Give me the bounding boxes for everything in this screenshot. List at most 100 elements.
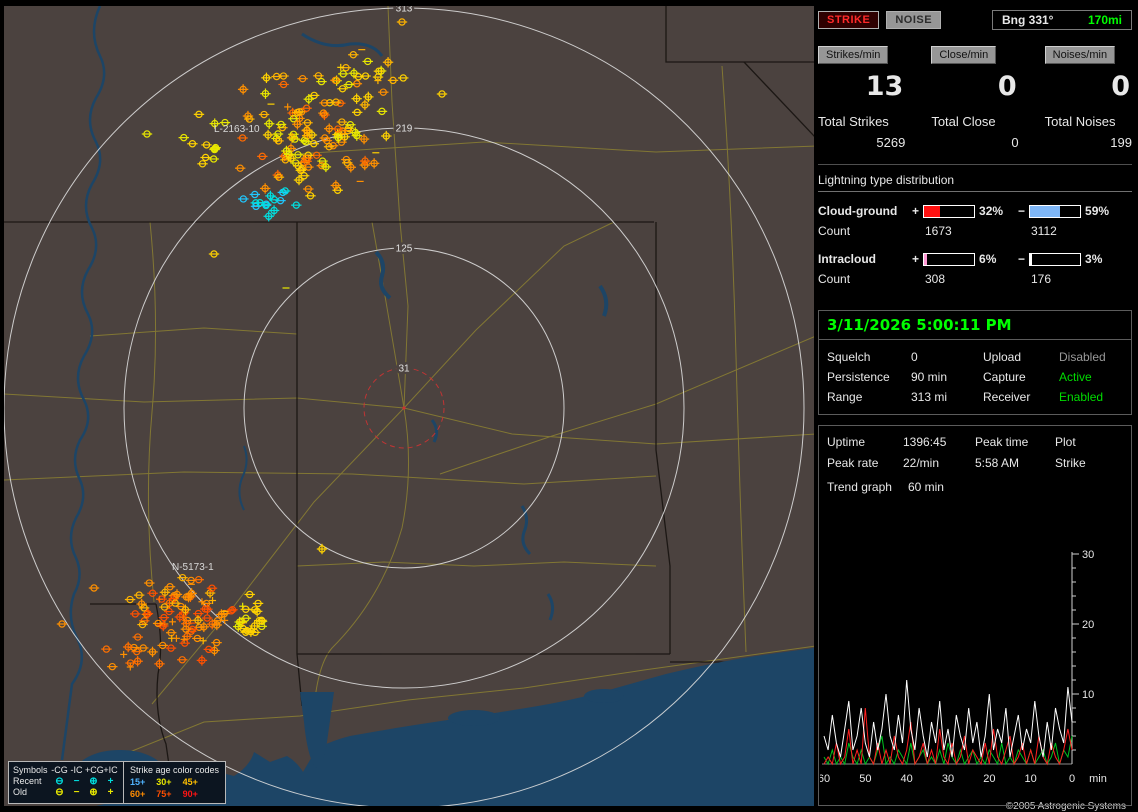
- intracloud-negative-count: 176: [1018, 272, 1124, 286]
- statistics-box: Uptime 1396:45 Peak time Plot Peak rate …: [818, 425, 1132, 806]
- svg-text:30: 30: [942, 773, 954, 785]
- plot-value: Strike: [1055, 453, 1123, 474]
- total-close-label: Total Close: [931, 114, 1018, 129]
- svg-text:40: 40: [901, 773, 913, 785]
- intracloud-negative-bar-group: − 3%: [1018, 252, 1124, 266]
- persistence-value: 90 min: [911, 367, 983, 387]
- plus-sign: +: [912, 204, 919, 218]
- bearing-value: Bng 331°: [1002, 13, 1053, 27]
- intracloud-negative-percent: 3%: [1085, 252, 1102, 266]
- section-separator: [818, 164, 1132, 165]
- legend-symbols-table: Symbols-CG-IC+CG+ICRecent⊖−⊕+Old⊖−⊕+: [9, 762, 123, 803]
- range-ring-label: 125: [396, 244, 413, 255]
- legend-age-codes: Strike age color codes15+30+45+60+75+90+: [123, 762, 225, 803]
- cloud-ground-row: Cloud-ground + 32% − 59%: [818, 204, 1132, 218]
- intracloud-negative-bar: [1029, 253, 1081, 266]
- right-panel: STRIKE NOISE Bng 331° 170mi Strikes/min …: [818, 6, 1132, 806]
- range-ring-label: 313: [396, 6, 413, 15]
- trend-graph: 1020306050403020100min: [819, 548, 1131, 805]
- range-ring-label: 219: [396, 124, 413, 135]
- display-toggle-row: STRIKE NOISE Bng 331° 170mi: [818, 10, 1132, 30]
- cloud-ground-count-row: Count 1673 3112: [818, 224, 1132, 238]
- uptime-value: 1396:45: [903, 432, 975, 453]
- close-per-min-button[interactable]: Close/min: [931, 46, 996, 64]
- peak-rate-value: 22/min: [903, 453, 975, 474]
- intracloud-positive-percent: 6%: [979, 252, 996, 266]
- statistics-grid: Uptime 1396:45 Peak time Plot Peak rate …: [819, 426, 1131, 474]
- total-strikes-value: 5269: [818, 135, 905, 150]
- cloud-ground-label: Cloud-ground: [818, 204, 912, 218]
- intracloud-label: Intracloud: [818, 252, 912, 266]
- distribution-title: Lightning type distribution: [818, 173, 1132, 192]
- close-per-min-value: 0: [933, 71, 1016, 102]
- svg-text:60: 60: [820, 773, 830, 785]
- squelch-label: Squelch: [827, 347, 911, 367]
- noise-toggle-button[interactable]: NOISE: [886, 11, 941, 29]
- lightning-map[interactable]: 313 219 125 31 L-2163-10 N-5173-1 Symbols-CG…: [4, 6, 814, 806]
- count-label: Count: [818, 272, 912, 286]
- status-box: 3/11/2026 5:00:11 PM Squelch 0 Upload Di…: [818, 310, 1132, 415]
- plot-label: Plot: [1055, 432, 1123, 453]
- receiver-status: Enabled: [1059, 387, 1123, 407]
- rate-columns: Strikes/min 13 Total Strikes 5269 Close/…: [818, 46, 1132, 150]
- cloud-ground-positive-count: 1673: [912, 224, 1018, 238]
- trend-graph-window: 60 min: [908, 480, 944, 494]
- uptime-label: Uptime: [827, 432, 903, 453]
- peak-time-label: Peak time: [975, 432, 1055, 453]
- trend-graph-label-row: Trend graph 60 min: [819, 474, 1131, 496]
- intracloud-count-row: Count 308 176: [818, 272, 1132, 286]
- strikes-per-min-value: 13: [820, 71, 903, 102]
- squelch-value: 0: [911, 347, 983, 367]
- svg-text:10: 10: [1025, 773, 1037, 785]
- rate-column-close: Close/min 0 Total Close 0: [931, 46, 1018, 150]
- cloud-ground-negative-bar-group: − 59%: [1018, 204, 1124, 218]
- svg-text:20: 20: [1082, 619, 1094, 631]
- cloud-ground-positive-percent: 32%: [979, 204, 1003, 218]
- strike-toggle-button[interactable]: STRIKE: [818, 11, 879, 29]
- rate-column-noises: Noises/min 0 Total Noises 199: [1045, 46, 1132, 150]
- range-ring-label: 31: [398, 364, 410, 375]
- capture-label: Capture: [983, 367, 1059, 387]
- svg-text:min: min: [1089, 773, 1107, 785]
- total-close-value: 0: [931, 135, 1018, 150]
- storm-cell-label: N-5173-1: [172, 562, 214, 573]
- settings-grid: Squelch 0 Upload Disabled Persistence 90…: [819, 340, 1131, 414]
- upload-label: Upload: [983, 347, 1059, 367]
- svg-text:0: 0: [1069, 773, 1075, 785]
- minus-sign: −: [1018, 252, 1025, 266]
- bearing-range: 170mi: [1088, 13, 1122, 27]
- datetime-readout: 3/11/2026 5:00:11 PM: [819, 311, 1131, 340]
- svg-text:30: 30: [1082, 549, 1094, 561]
- range-label: Range: [827, 387, 911, 407]
- map-svg: 313 219 125 31 L-2163-10 N-5173-1: [4, 6, 814, 806]
- intracloud-row: Intracloud + 6% − 3%: [818, 252, 1132, 266]
- total-noises-value: 199: [1045, 135, 1132, 150]
- persistence-label: Persistence: [827, 367, 911, 387]
- cloud-ground-positive-bar-group: + 32%: [912, 204, 1018, 218]
- rate-column-strikes: Strikes/min 13 Total Strikes 5269: [818, 46, 905, 150]
- svg-text:50: 50: [859, 773, 871, 785]
- cloud-ground-negative-percent: 59%: [1085, 204, 1109, 218]
- cloud-ground-positive-bar: [923, 205, 975, 218]
- noises-per-min-button[interactable]: Noises/min: [1045, 46, 1115, 64]
- map-legend: Symbols-CG-IC+CG+ICRecent⊖−⊕+Old⊖−⊕+ Str…: [8, 761, 226, 804]
- total-strikes-label: Total Strikes: [818, 114, 905, 129]
- trend-graph-label: Trend graph: [827, 480, 892, 494]
- strikes-per-min-button[interactable]: Strikes/min: [818, 46, 888, 64]
- trend-graph-svg: 1020306050403020100min: [820, 548, 1128, 800]
- bearing-readout: Bng 331° 170mi: [992, 10, 1132, 30]
- range-value: 313 mi: [911, 387, 983, 407]
- noises-per-min-value: 0: [1047, 71, 1130, 102]
- upload-status: Disabled: [1059, 347, 1123, 367]
- cloud-ground-negative-bar: [1029, 205, 1081, 218]
- intracloud-positive-bar-group: + 6%: [912, 252, 1018, 266]
- storm-cell-label: L-2163-10: [214, 124, 260, 135]
- nexstorm-window: 313 219 125 31 L-2163-10 N-5173-1 Symbols-CG…: [0, 0, 1138, 812]
- peak-rate-label: Peak rate: [827, 453, 903, 474]
- cloud-ground-negative-count: 3112: [1018, 224, 1124, 238]
- intracloud-positive-count: 308: [912, 272, 1018, 286]
- minus-sign: −: [1018, 204, 1025, 218]
- svg-text:20: 20: [983, 773, 995, 785]
- count-label: Count: [818, 224, 912, 238]
- intracloud-positive-bar: [923, 253, 975, 266]
